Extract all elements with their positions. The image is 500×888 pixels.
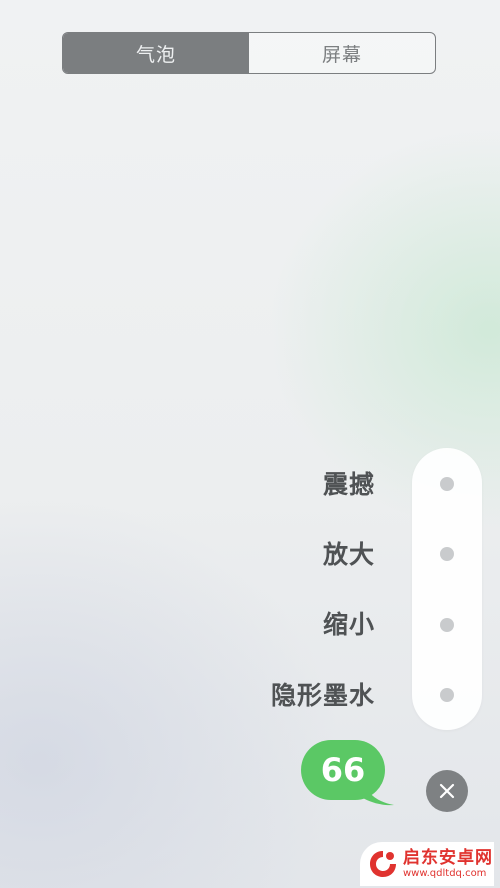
effect-radio-slam[interactable] [440, 477, 454, 491]
effect-label-gentle[interactable]: 缩小 [323, 609, 375, 641]
watermark-title: 启东安卓网 [403, 847, 493, 868]
watermark-url: www.qdltdq.com [403, 867, 487, 879]
effect-radio-invisible-ink[interactable] [440, 688, 454, 702]
close-icon [439, 783, 455, 799]
tab-screen[interactable]: 屏幕 [249, 33, 435, 73]
tab-bubble[interactable]: 气泡 [63, 33, 249, 73]
effect-label-loud[interactable]: 放大 [323, 539, 375, 571]
effect-label-slam[interactable]: 震撼 [323, 469, 375, 501]
effect-label-invisible-ink[interactable]: 隐形墨水 [271, 680, 375, 712]
effect-mode-segmented-control: 气泡 屏幕 [62, 32, 436, 74]
watermark: 启东安卓网 www.qdltdq.com [360, 842, 494, 886]
effect-radio-loud[interactable] [440, 547, 454, 561]
effect-radio-gentle[interactable] [440, 618, 454, 632]
close-button[interactable] [426, 770, 468, 812]
background [0, 0, 500, 888]
message-bubble[interactable]: 66 [301, 740, 385, 800]
watermark-logo-icon [370, 851, 396, 877]
